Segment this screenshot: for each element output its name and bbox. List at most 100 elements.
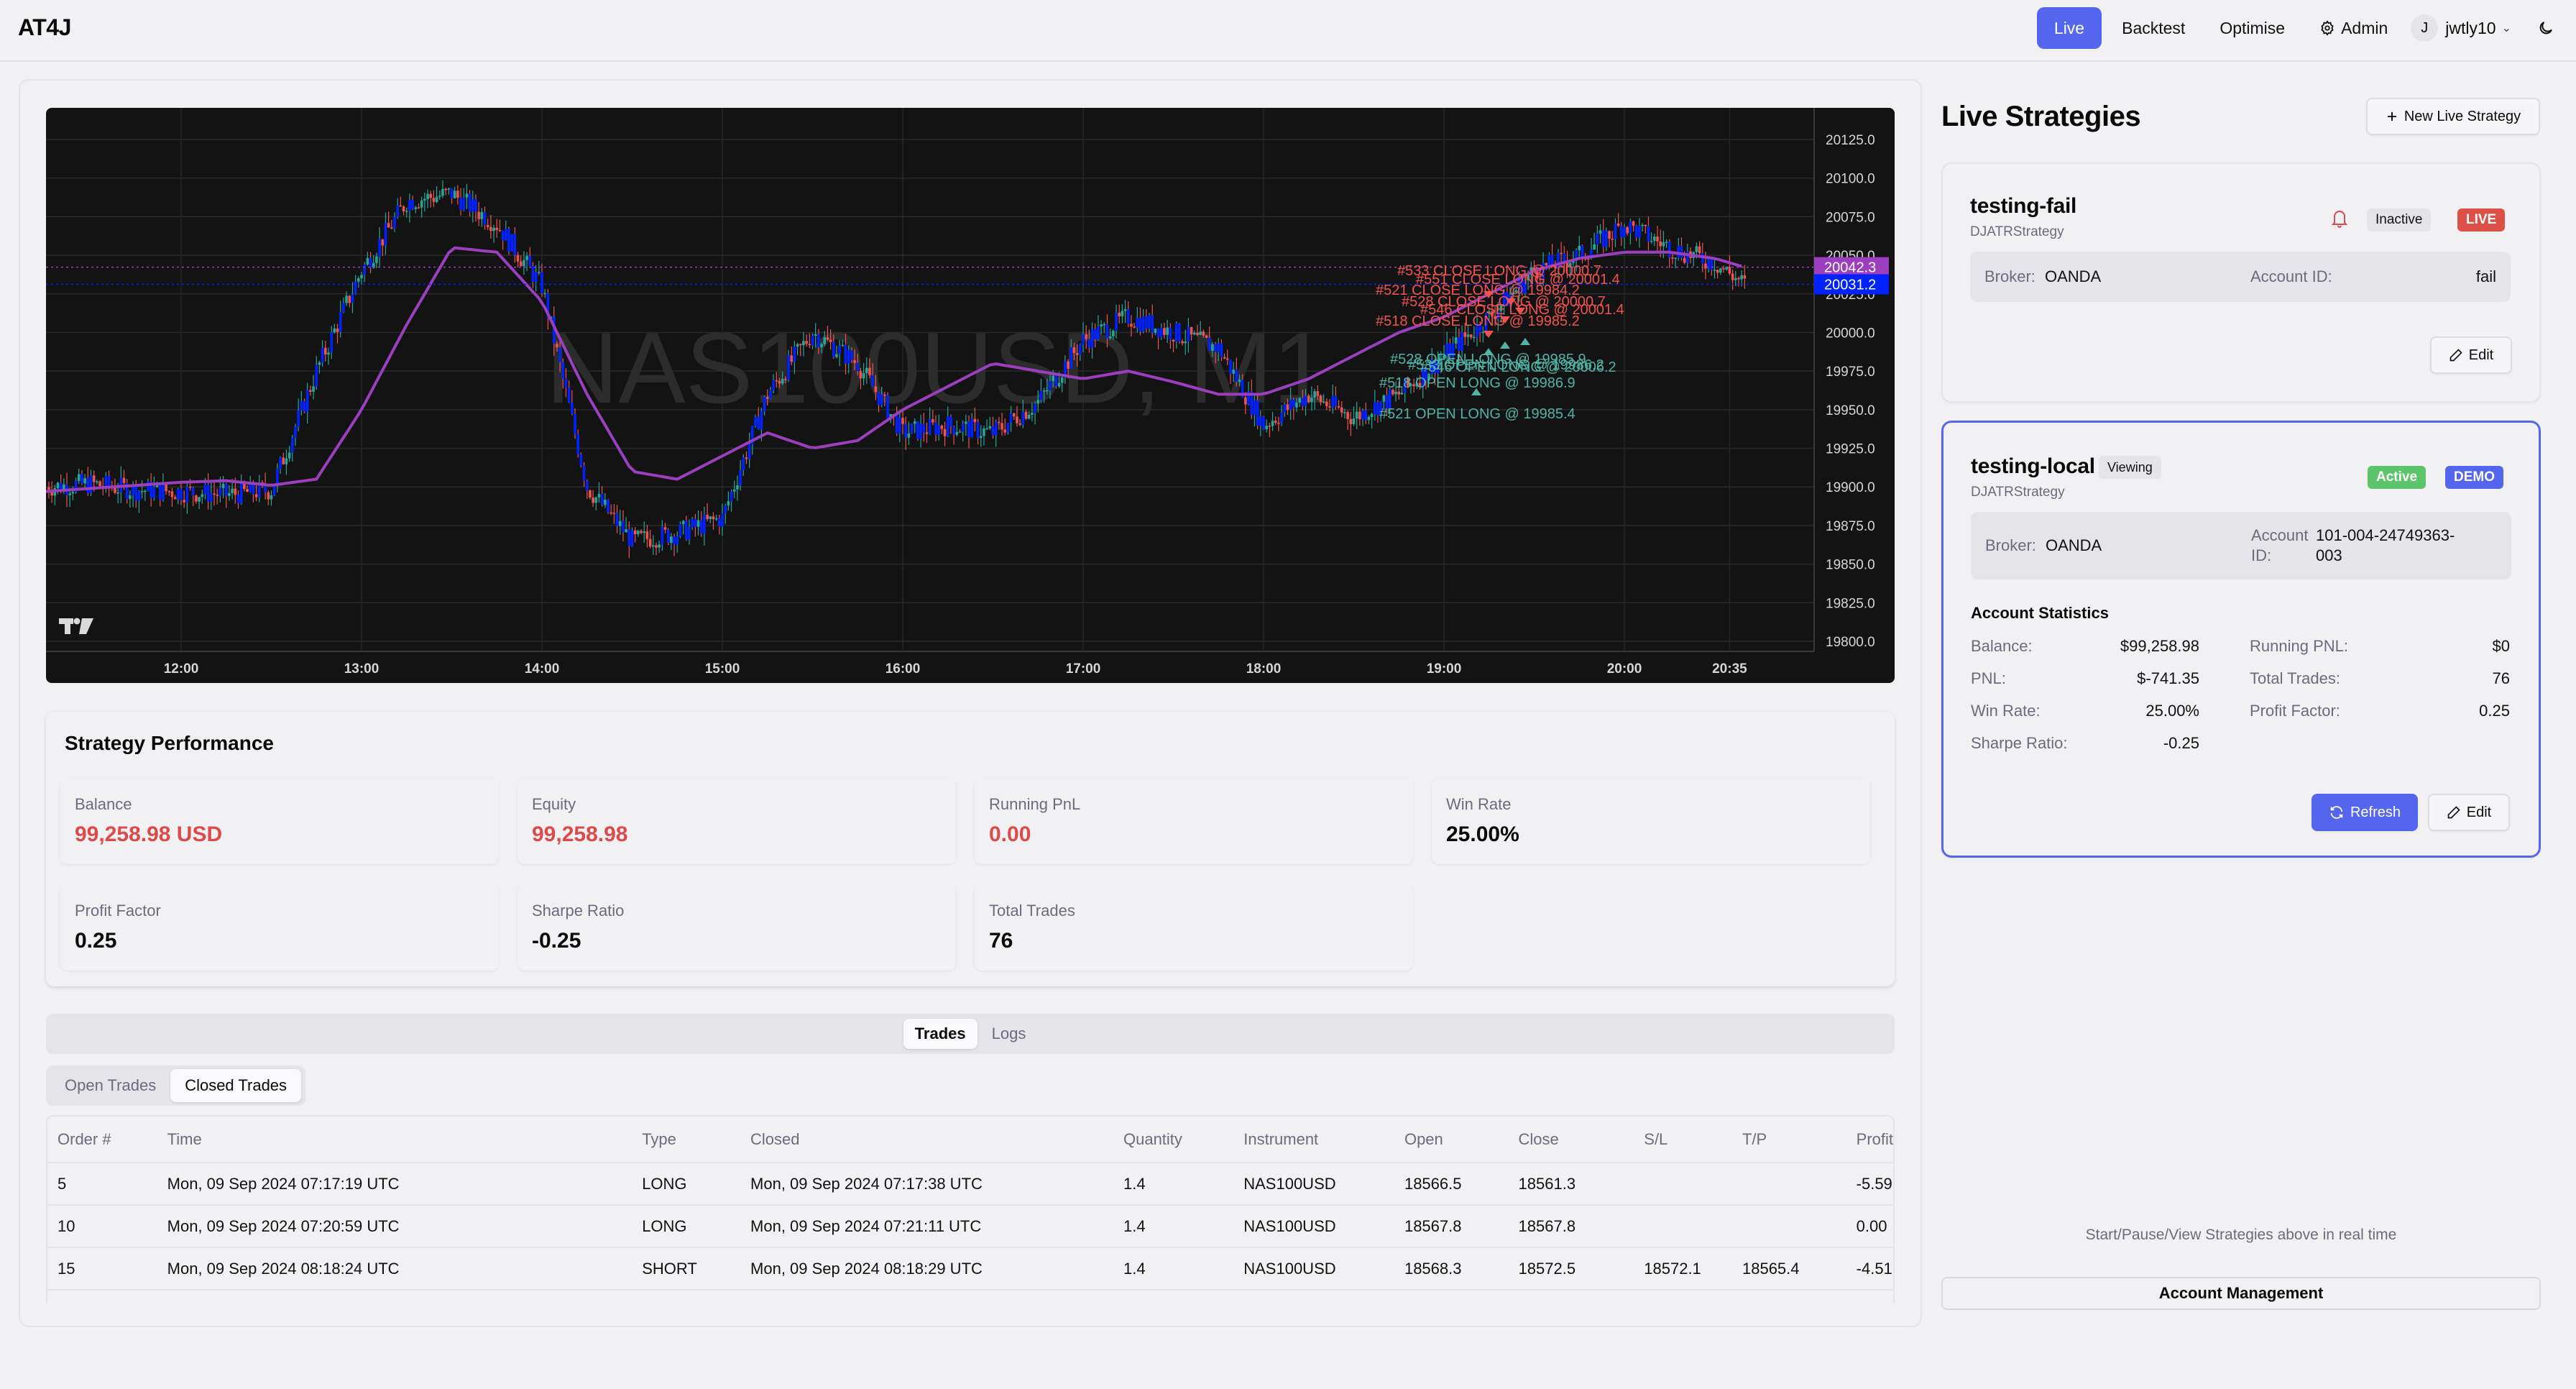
candle-body: [516, 255, 520, 262]
user-menu[interactable]: J jwtly10 ⌄: [2411, 14, 2524, 42]
stat-profit-factor: Profit Factor 0.25: [60, 884, 499, 971]
candle-body: [871, 375, 874, 387]
candle-body: [420, 200, 423, 208]
candle-body: [958, 431, 962, 433]
column-header[interactable]: T/P: [1731, 1117, 1846, 1163]
candle-body: [799, 344, 802, 346]
column-header[interactable]: Quantity: [1113, 1117, 1234, 1163]
candle-body: [1259, 416, 1262, 426]
refresh-button[interactable]: Refresh: [2312, 794, 2418, 831]
candle-body: [1349, 418, 1353, 424]
candle-body: [510, 234, 513, 252]
bell-icon[interactable]: [2331, 208, 2348, 229]
candle-body: [681, 521, 685, 524]
candle-body: [375, 256, 378, 263]
nav-live[interactable]: Live: [2036, 7, 2102, 49]
candle-body: [1042, 390, 1046, 392]
candle-body: [673, 536, 676, 545]
closed-trades-table[interactable]: Order # Time Type Closed Quantity Instru…: [46, 1115, 1895, 1303]
candle-body: [1331, 395, 1335, 408]
candle-body: [967, 421, 970, 438]
stat-sharpe-ratio: Sharpe Ratio -0.25: [518, 884, 956, 971]
candle-body: [531, 266, 535, 282]
candle-body: [1346, 412, 1349, 419]
candle-body: [330, 332, 333, 353]
candle-body: [1067, 361, 1070, 369]
column-header[interactable]: Open: [1394, 1117, 1509, 1163]
open-arrow-marker: [1500, 341, 1510, 349]
tradingview-logo-icon[interactable]: [59, 618, 93, 635]
nav-backtest[interactable]: Backtest: [2107, 7, 2199, 49]
candle-body: [658, 544, 661, 548]
candle-body: [736, 485, 739, 490]
candle-body: [1307, 395, 1310, 403]
column-header[interactable]: Close: [1508, 1117, 1634, 1163]
strategy-name: testing-local: [1971, 454, 2095, 478]
candle-body: [1367, 417, 1371, 421]
table-row[interactable]: 10 Mon, 09 Sep 2024 07:20:59 UTC LONG Mo…: [47, 1205, 1893, 1248]
candle-body: [853, 359, 856, 363]
candle-body: [1340, 407, 1343, 413]
column-header[interactable]: Type: [632, 1117, 741, 1163]
candle-body: [1698, 246, 1701, 254]
tab-closed-trades[interactable]: Closed Trades: [170, 1069, 302, 1102]
candle-body: [297, 410, 300, 427]
price-tick-label: 20075.0: [1826, 210, 1875, 225]
candle-body: [838, 346, 841, 354]
column-header[interactable]: S/L: [1634, 1117, 1732, 1163]
candle-body: [285, 458, 288, 464]
chart-canvas[interactable]: NAS100USD, M1#533 CLOSE LONG @ 20000.7#5…: [46, 108, 1895, 683]
performance-title: Strategy Performance: [65, 732, 275, 754]
candle-body: [1322, 401, 1325, 403]
candle-body: [272, 485, 276, 496]
candle-body: [360, 275, 363, 278]
cell-order: 10: [47, 1205, 157, 1248]
tab-trades[interactable]: Trades: [903, 1019, 978, 1049]
nav-optimise[interactable]: Optimise: [2205, 7, 2299, 49]
column-header[interactable]: Profit: [1846, 1117, 1893, 1163]
table-row[interactable]: 5 Mon, 09 Sep 2024 07:17:19 UTC LONG Mon…: [47, 1163, 1893, 1206]
price-tick-label: 19900.0: [1826, 480, 1875, 495]
account-management-button[interactable]: Account Management: [1941, 1277, 2541, 1310]
tab-logs[interactable]: Logs: [980, 1019, 1038, 1049]
candle-body: [965, 421, 967, 424]
time-tick-label: 15:00: [705, 661, 740, 677]
candle-body: [1598, 230, 1602, 234]
candle-body: [279, 457, 282, 469]
tab-open-trades[interactable]: Open Trades: [50, 1069, 170, 1102]
candle-body: [1226, 358, 1229, 360]
candle-body: [77, 474, 80, 482]
stat-label: Running PnL: [989, 795, 1081, 813]
candle-body: [919, 423, 922, 439]
column-header[interactable]: Time: [157, 1117, 632, 1163]
candle-body: [137, 491, 141, 501]
app-logo[interactable]: AT4J: [18, 14, 71, 41]
column-header[interactable]: Closed: [740, 1117, 1113, 1163]
strategy-card-testing-local[interactable]: testing-local Viewing DJATRStrategy Acti…: [1941, 421, 2541, 858]
candle-body: [712, 516, 715, 520]
cell-close: 18561.3: [1508, 1163, 1634, 1206]
table-row[interactable]: 15 Mon, 09 Sep 2024 08:18:24 UTC SHORT M…: [47, 1247, 1893, 1291]
candle-body: [144, 490, 147, 492]
new-live-strategy-button[interactable]: New Live Strategy: [2366, 98, 2540, 135]
stat-value: 0.25: [75, 929, 117, 953]
candle-body: [1653, 236, 1656, 241]
candle-body: [1009, 413, 1013, 423]
column-header[interactable]: Order #: [47, 1117, 157, 1163]
edit-button[interactable]: Edit: [2430, 336, 2512, 374]
nav-admin[interactable]: Admin: [2305, 7, 2402, 49]
candle-body: [1130, 324, 1133, 327]
broker-value: OANDA: [2046, 536, 2102, 554]
candle-body: [312, 386, 315, 392]
candle-body: [1671, 257, 1674, 259]
strategy-card-testing-fail[interactable]: testing-fail DJATRStrategy Inactive LIVE…: [1941, 162, 2541, 403]
candle-body: [934, 422, 937, 435]
candle-body: [1166, 327, 1169, 335]
column-header[interactable]: Instrument: [1233, 1117, 1394, 1163]
candle-body: [1027, 415, 1031, 419]
edit-button[interactable]: Edit: [2428, 794, 2510, 831]
price-chart[interactable]: NAS100USD, M1 #533 CLOSE LONG @ 20000.7 #5…: [46, 108, 1895, 683]
price-tick-label: 20100.0: [1826, 172, 1875, 187]
theme-toggle-button[interactable]: [2524, 7, 2567, 49]
chart-watermark: NAS100USD, M1: [546, 311, 1328, 424]
